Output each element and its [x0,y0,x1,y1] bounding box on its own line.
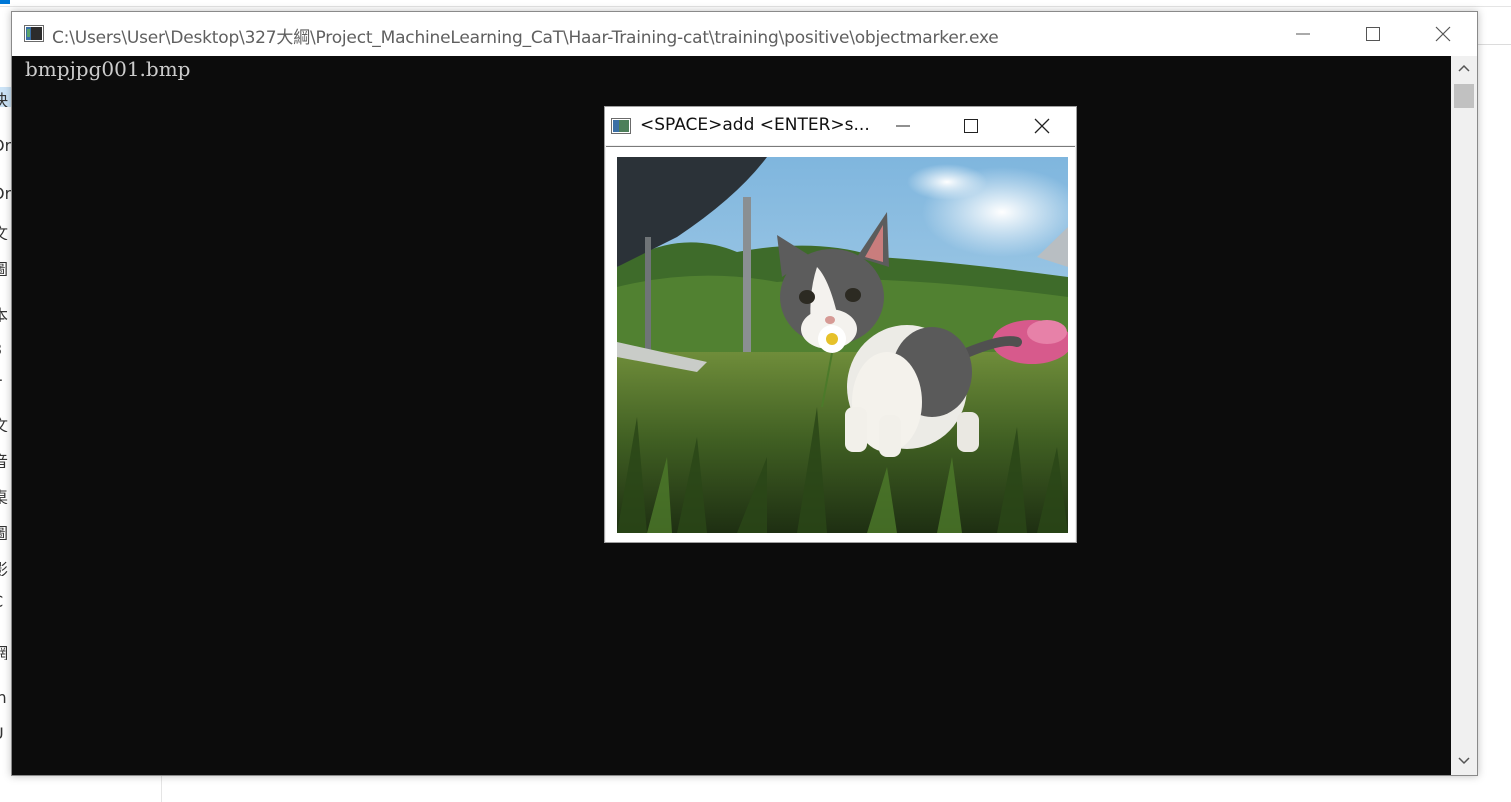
vertical-scrollbar[interactable] [1451,56,1477,775]
console-window-title: C:\Users\User\Desktop\327大綱\Project_Mach… [52,28,999,48]
console-titlebar[interactable]: C:\Users\User\Desktop\327大綱\Project_Mach… [12,12,1477,56]
image-marker-window[interactable]: <SPACE>add <ENTER>s... [604,106,1077,543]
image-window-app-icon [611,118,631,134]
image-canvas-frame [606,146,1075,542]
minimize-button[interactable] [1268,12,1338,56]
maximize-button[interactable] [1338,12,1408,56]
image-maximize-button[interactable] [942,107,1000,145]
scroll-down-button[interactable] [1451,749,1477,775]
explorer-accent [0,0,10,4]
chevron-up-icon [1458,64,1470,72]
image-window-title: <SPACE>add <ENTER>s... [640,115,870,135]
explorer-header-divider [1478,44,1511,45]
image-minimize-button[interactable] [874,107,932,145]
close-icon [1034,118,1050,134]
scroll-up-button[interactable] [1451,56,1477,82]
image-window-titlebar[interactable]: <SPACE>add <ENTER>s... [605,107,1076,145]
minimize-icon [1296,33,1310,35]
console-app-icon [24,25,44,42]
maximize-icon [1366,27,1380,41]
minimize-icon [896,125,910,127]
explorer-sidebar-divider [161,776,162,802]
kitten-photo[interactable] [617,157,1068,533]
explorer-top-edge [0,0,1511,7]
scroll-thumb[interactable] [1454,84,1474,108]
chevron-down-icon [1458,757,1470,765]
close-button[interactable] [1408,12,1478,56]
console-output: bmpjpg001.bmp [25,57,191,81]
image-close-button[interactable] [1013,107,1071,145]
maximize-icon [964,119,978,133]
close-icon [1435,26,1451,42]
